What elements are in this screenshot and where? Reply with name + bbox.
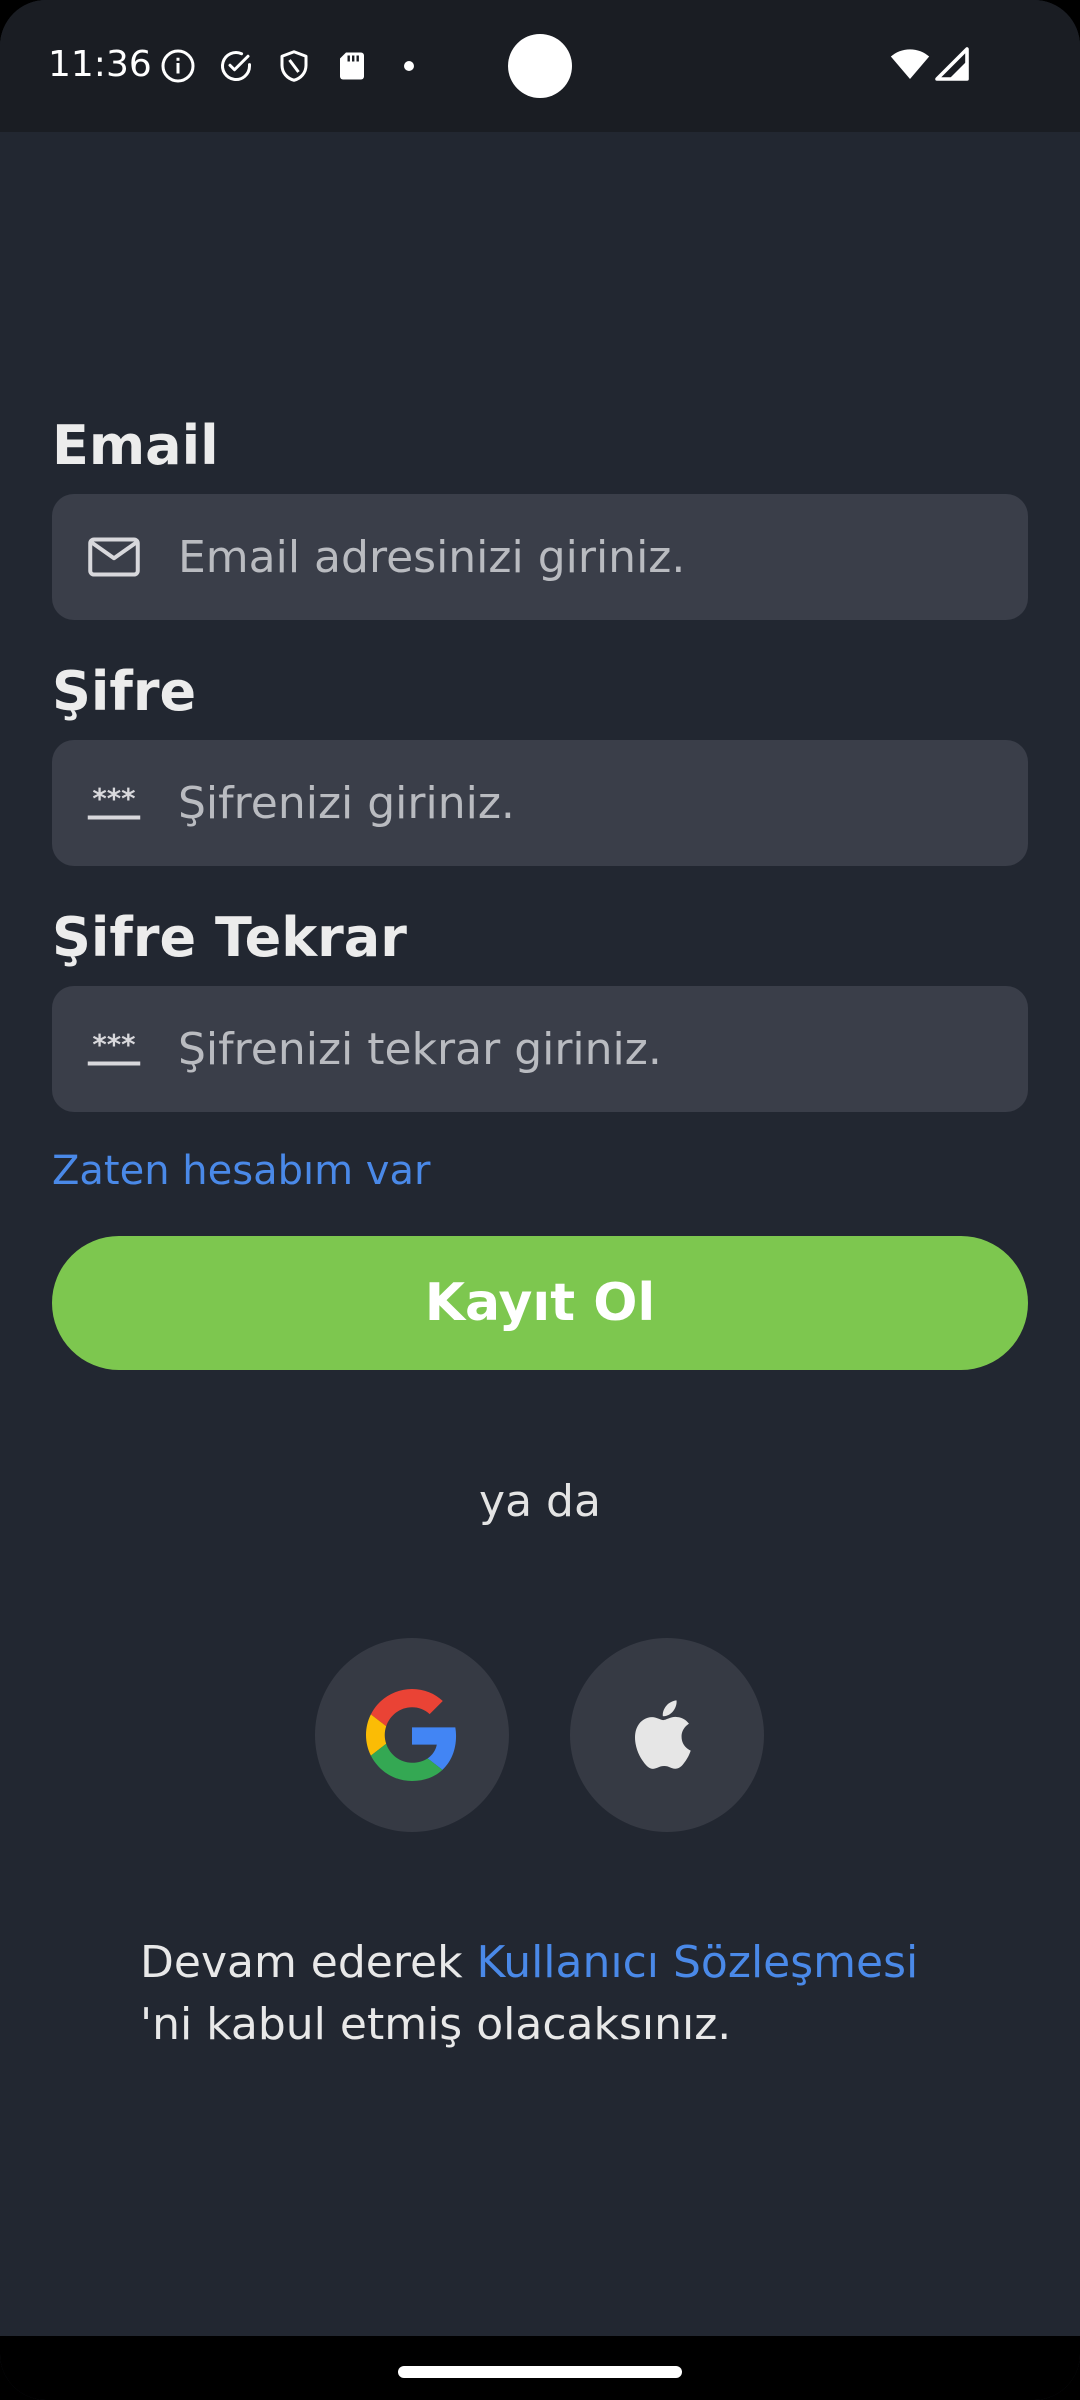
password-repeat-label: Şifre Tekrar — [52, 906, 407, 969]
apple-icon — [635, 1700, 691, 1769]
terms-prefix: Devam ederek — [140, 1937, 477, 1988]
email-placeholder: Email adresinizi giriniz. — [178, 531, 686, 583]
register-screen: 11:36 Email Email adresinizi giriniz. Şi… — [0, 0, 1080, 2400]
shield-icon — [280, 50, 308, 82]
terms-text: Devam ederek Kullanıcı Sözleşmesi 'ni kab… — [140, 1932, 1000, 2056]
home-indicator[interactable] — [398, 2366, 682, 2378]
password-repeat-field[interactable]: *** Şifrenizi tekrar giriniz. — [52, 986, 1028, 1112]
email-field[interactable]: Email adresinizi giriniz. — [52, 494, 1028, 620]
terms-suffix: 'ni kabul etmiş olacaksınız. — [140, 1999, 732, 2050]
notification-dot — [404, 61, 414, 71]
password-field[interactable]: *** Şifrenizi giriniz. — [52, 740, 1028, 866]
wifi-icon — [890, 49, 930, 79]
password-icon: *** — [87, 783, 141, 820]
svg-text:***: *** — [92, 1029, 135, 1061]
user-agreement-link[interactable]: Kullanıcı Sözleşmesi — [477, 1937, 919, 1988]
status-icons-left — [160, 46, 414, 86]
info-icon — [161, 49, 195, 83]
apple-signin-button[interactable] — [570, 1638, 764, 1832]
status-time: 11:36 — [48, 44, 152, 85]
or-divider: ya da — [479, 1476, 601, 1527]
sd-card-icon — [340, 52, 364, 80]
google-icon — [366, 1689, 457, 1781]
mail-icon — [88, 537, 140, 577]
status-icons-right — [890, 46, 970, 82]
register-button[interactable]: Kayıt Ol — [52, 1236, 1028, 1370]
google-signin-button[interactable] — [315, 1638, 509, 1832]
password-icon: *** — [87, 1029, 141, 1066]
svg-text:***: *** — [92, 783, 135, 815]
camera-cutout — [508, 34, 572, 98]
check-circle-icon — [221, 51, 251, 81]
status-bar: 11:36 — [0, 0, 1080, 132]
password-label: Şifre — [52, 660, 197, 723]
password-placeholder: Şifrenizi giriniz. — [178, 777, 515, 829]
email-label: Email — [52, 414, 219, 477]
password-repeat-placeholder: Şifrenizi tekrar giriniz. — [178, 1023, 662, 1075]
already-have-account-link[interactable]: Zaten hesabım var — [52, 1148, 430, 1194]
signal-icon — [935, 47, 969, 81]
